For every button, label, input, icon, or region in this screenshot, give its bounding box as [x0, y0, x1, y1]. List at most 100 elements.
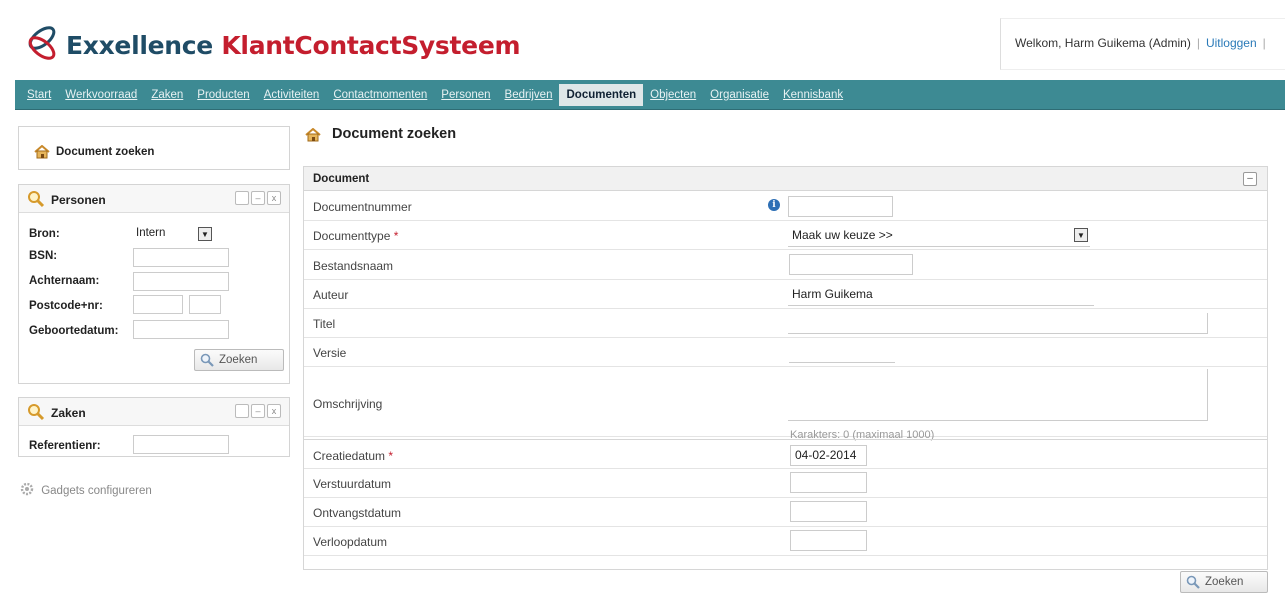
main-nav: Start Werkvoorraad Zaken Producten Activ… [15, 80, 1285, 110]
row-documentnummer: Documentnummer i [304, 191, 1267, 221]
achternaam-label: Achternaam: [29, 275, 100, 287]
nav-item-organisatie[interactable]: Organisatie [703, 84, 776, 106]
gadgets-configure-label: Gadgets configureren [41, 485, 152, 497]
welcome-text: Welkom, Harm Guikema (Admin) [1015, 36, 1191, 50]
row-omschrijving: Omschrijving [304, 367, 1267, 437]
nav-item-activiteiten[interactable]: Activiteiten [257, 84, 327, 106]
row-titel: Titel [304, 309, 1267, 338]
home-icon [34, 145, 50, 159]
geboortedatum-label: Geboortedatum: [29, 325, 119, 337]
nav-item-documenten[interactable]: Documenten [559, 84, 644, 106]
nav-item-bedrijven[interactable]: Bedrijven [498, 84, 560, 106]
nav-item-start[interactable]: Start [20, 84, 58, 106]
verloopdatum-input[interactable] [790, 530, 867, 551]
bsn-label: BSN: [29, 250, 58, 262]
achternaam-input[interactable] [133, 272, 229, 291]
required-marker: * [388, 449, 394, 463]
documentnummer-label: Documentnummer [313, 200, 412, 214]
section-header: Document – [304, 167, 1267, 191]
user-box: Welkom, Harm Guikema (Admin) | Uitloggen | [1000, 18, 1285, 70]
auteur-input[interactable]: Harm Guikema [788, 285, 1094, 306]
row-verstuurdatum: Verstuurdatum [304, 469, 1267, 498]
nav-item-objecten[interactable]: Objecten [643, 84, 703, 106]
ontvangstdatum-label: Ontvangstdatum [313, 506, 402, 520]
magnifier-icon [200, 353, 214, 367]
documenttype-value: Maak uw keuze >> [792, 228, 893, 242]
logout-link[interactable]: Uitloggen [1206, 36, 1257, 50]
personen-gadget: Personen – x Bron: Intern ▼ BSN: Achtern… [18, 184, 290, 384]
row-auteur: Auteur Harm Guikema [304, 280, 1267, 309]
nav-item-personen[interactable]: Personen [434, 84, 497, 106]
postcode-input[interactable] [133, 295, 183, 314]
bron-label: Bron: [29, 228, 60, 240]
gadget-close-icon[interactable]: x [267, 191, 281, 205]
row-versie: Versie [304, 338, 1267, 367]
gadget-close-icon[interactable]: x [267, 404, 281, 418]
personen-zoeken-label: Zoeken [219, 354, 258, 366]
verstuurdatum-input[interactable] [790, 472, 867, 493]
gadget-settings-icon[interactable] [235, 191, 249, 205]
versie-label: Versie [313, 346, 347, 360]
nav-item-producten[interactable]: Producten [190, 84, 256, 106]
gadget-minimize-icon[interactable]: – [251, 404, 265, 418]
info-icon[interactable]: i [768, 199, 780, 211]
brand-part-2: KlantContactSysteem [221, 31, 521, 60]
documenttype-label-text: Documenttype [313, 229, 391, 243]
omschrijving-label: Omschrijving [313, 397, 383, 411]
creatiedatum-input[interactable]: 04-02-2014 [790, 445, 867, 466]
section-title: Document [313, 173, 370, 185]
personen-zoeken-button[interactable]: Zoeken [194, 349, 284, 371]
ontvangstdatum-input[interactable] [790, 501, 867, 522]
magnifier-icon [28, 191, 45, 208]
auteur-value: Harm Guikema [792, 287, 873, 301]
referentie-input[interactable] [133, 435, 229, 454]
versie-input[interactable] [789, 342, 895, 363]
nav-item-contactmomenten[interactable]: Contactmomenten [326, 84, 434, 106]
personen-gadget-header: Personen – x [19, 185, 289, 213]
bsn-input[interactable] [133, 248, 229, 267]
gadget-settings-icon[interactable] [235, 404, 249, 418]
omschrijving-textarea[interactable] [788, 369, 1208, 421]
row-creatiedatum: Creatiedatum * 04-02-2014 [304, 439, 1267, 469]
page-title: Document zoeken [305, 126, 456, 142]
geboortedatum-input[interactable] [133, 320, 229, 339]
bestandsnaam-input[interactable] [789, 254, 913, 275]
bestandsnaam-label: Bestandsnaam [313, 259, 394, 273]
gear-icon [20, 482, 34, 496]
magnifier-icon [28, 404, 45, 421]
chevron-down-icon: ▼ [1074, 228, 1088, 242]
header: Exxellence KlantContactSysteem Welkom, H… [0, 0, 1285, 78]
gadget-minimize-icon[interactable]: – [251, 191, 265, 205]
row-ontvangstdatum: Ontvangstdatum [304, 498, 1267, 527]
nav-item-werkvoorraad[interactable]: Werkvoorraad [58, 84, 144, 106]
nav-item-zaken[interactable]: Zaken [144, 84, 190, 106]
document-zoeken-button[interactable]: Zoeken [1180, 571, 1268, 593]
documenttype-label: Documenttype * [313, 229, 398, 243]
zaken-gadget: Zaken – x Referentienr: [18, 397, 290, 457]
bron-select[interactable]: Intern ▼ [136, 227, 222, 245]
zaken-gadget-header: Zaken – x [19, 398, 289, 426]
personen-gadget-title: Personen [51, 193, 106, 207]
documentnummer-input[interactable] [788, 196, 893, 217]
document-search-shortcut[interactable]: Document zoeken [18, 126, 290, 170]
verloopdatum-label: Verloopdatum [313, 535, 388, 549]
creatiedatum-label-text: Creatiedatum [313, 449, 386, 463]
creatiedatum-label: Creatiedatum * [313, 449, 393, 463]
titel-input[interactable] [788, 313, 1208, 334]
document-search-label: Document zoeken [56, 146, 155, 158]
home-icon [305, 128, 321, 142]
trailing-separator: | [1262, 36, 1266, 50]
chevron-down-icon: ▼ [198, 227, 212, 241]
documenttype-select[interactable]: Maak uw keuze >> ▼ [788, 226, 1090, 247]
zaken-gadget-title: Zaken [51, 406, 86, 420]
brand-title: Exxellence KlantContactSysteem [66, 31, 521, 60]
row-documenttype: Documenttype * Maak uw keuze >> ▼ [304, 221, 1267, 250]
document-zoeken-label: Zoeken [1205, 576, 1244, 588]
collapse-icon[interactable]: – [1243, 172, 1257, 186]
nav-item-kennisbank[interactable]: Kennisbank [776, 84, 850, 106]
gadget-controls: – x [235, 191, 281, 205]
row-verloopdatum: Verloopdatum [304, 527, 1267, 556]
huisnummer-input[interactable] [189, 295, 221, 314]
exxellence-logo [28, 26, 56, 60]
gadgets-configure-link[interactable]: Gadgets configureren [20, 482, 152, 497]
